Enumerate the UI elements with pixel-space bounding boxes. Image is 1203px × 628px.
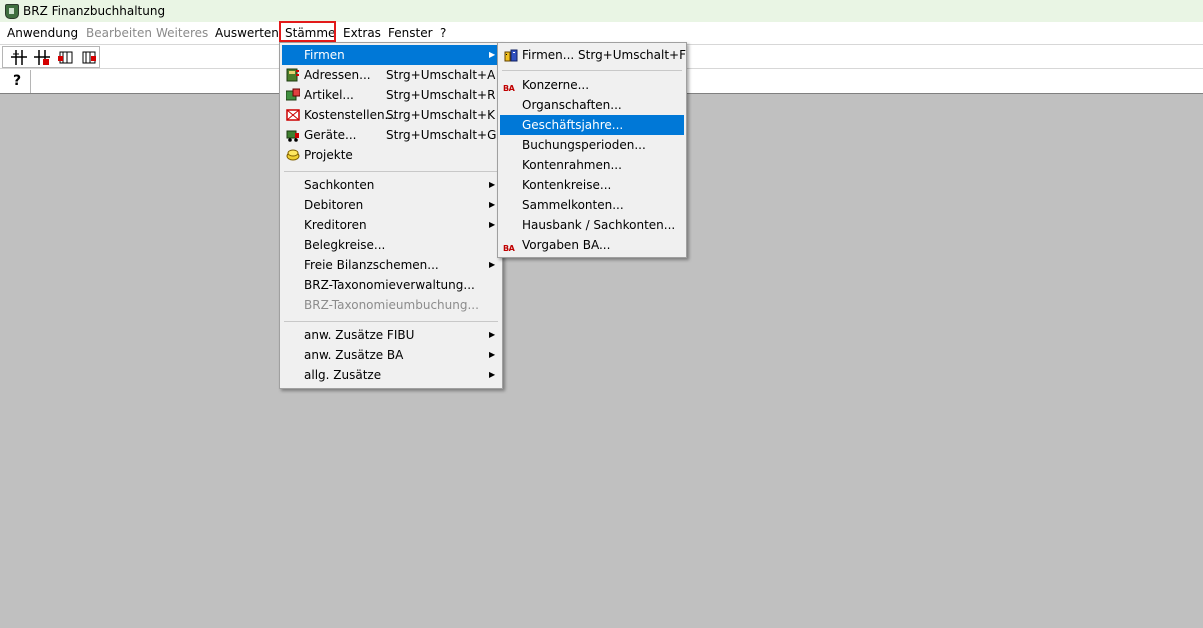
cost-center-icon xyxy=(286,109,300,121)
window-title: BRZ Finanzbuchhaltung xyxy=(23,4,166,18)
ba-icon: BA xyxy=(503,244,515,253)
submenu-item-buchungsperioden[interactable]: Buchungsperioden... xyxy=(500,135,682,155)
submenu-arrow-icon: ▶ xyxy=(489,260,496,269)
menu-auswerten[interactable]: Auswerten xyxy=(215,25,279,41)
article-icon xyxy=(286,88,300,101)
menu-item-kreditoren[interactable]: Kreditoren ▶ xyxy=(282,215,498,235)
menu-separator xyxy=(284,321,498,322)
submenu-arrow-icon: ▶ xyxy=(489,220,496,229)
menu-item-artikel[interactable]: Artikel... Strg+Umschalt+R xyxy=(282,85,498,105)
help-icon[interactable]: ? xyxy=(13,73,21,89)
menu-item-projekte[interactable]: Projekte xyxy=(282,145,498,165)
submenu-item-kontenrahmen[interactable]: Kontenrahmen... xyxy=(500,155,682,175)
menu-help[interactable]: ? xyxy=(440,25,446,41)
address-book-icon xyxy=(286,68,299,82)
submenu-item-organschaften[interactable]: Organschaften... xyxy=(500,95,682,115)
kreditor-icon[interactable] xyxy=(81,50,97,65)
menu-item-zusaetze-fibu[interactable]: anw. Zusätze FIBU ▶ xyxy=(282,325,498,345)
menu-bar: Anwendung Bearbeiten Weiteres Auswerten … xyxy=(0,22,1203,43)
menu-item-kostenstellen[interactable]: Kostenstellen... Strg+Umschalt+K xyxy=(282,105,498,125)
submenu-item-sammelkonten[interactable]: Sammelkonten... xyxy=(500,195,682,215)
menu-item-freie-bilanzschemen[interactable]: Freie Bilanzschemen... ▶ xyxy=(282,255,498,275)
menu-item-taxonomieumbuchung: BRZ-Taxonomieumbuchung... xyxy=(304,298,479,312)
menu-item-firmen[interactable]: Firmen ▶ xyxy=(282,45,498,65)
submenu-arrow-icon: ▶ xyxy=(489,370,496,379)
submenu-item-geschaeftsjahre[interactable]: Geschäftsjahre... xyxy=(500,115,684,135)
menu-item-belegkreise[interactable]: Belegkreise... xyxy=(282,235,498,255)
ledger-booking-icon[interactable] xyxy=(34,50,50,65)
submenu-arrow-icon: ▶ xyxy=(489,50,496,59)
menu-separator xyxy=(502,70,682,71)
toolbar-help-group: ? xyxy=(2,70,31,93)
equipment-icon xyxy=(286,130,299,142)
submenu-item-firmen[interactable]: Firmen... Strg+Umschalt+F xyxy=(500,45,686,65)
title-bar: BRZ Finanzbuchhaltung xyxy=(0,0,1203,22)
debitor-icon[interactable] xyxy=(58,50,74,65)
companies-icon xyxy=(504,49,518,62)
menu-anwendung[interactable]: Anwendung xyxy=(7,25,78,41)
menu-item-debitoren[interactable]: Debitoren ▶ xyxy=(282,195,498,215)
ledger-add-icon[interactable] xyxy=(11,50,27,65)
menu-extras[interactable]: Extras xyxy=(343,25,381,41)
menu-item-sachkonten[interactable]: Sachkonten ▶ xyxy=(282,175,498,195)
menu-bearbeiten[interactable]: Bearbeiten xyxy=(86,25,152,41)
submenu-item-kontenkreise[interactable]: Kontenkreise... xyxy=(500,175,682,195)
submenu-item-konzerne[interactable]: BA Konzerne... xyxy=(500,75,682,95)
menu-weiteres[interactable]: Weiteres xyxy=(156,25,208,41)
app-icon xyxy=(5,4,19,19)
menu-item-allg-zusaetze[interactable]: allg. Zusätze ▶ xyxy=(282,365,498,385)
toolbar-group xyxy=(2,46,100,68)
submenu-arrow-icon: ▶ xyxy=(489,200,496,209)
project-icon xyxy=(286,149,300,161)
menu-item-taxonomieverwaltung[interactable]: BRZ-Taxonomieverwaltung... xyxy=(282,275,498,295)
submenu-arrow-icon: ▶ xyxy=(489,350,496,359)
menu-separator xyxy=(284,171,498,172)
submenu-item-hausbank-sachkonten[interactable]: Hausbank / Sachkonten... xyxy=(500,215,682,235)
submenu-arrow-icon: ▶ xyxy=(489,330,496,339)
firmen-submenu: Firmen... Strg+Umschalt+F BA Konzerne...… xyxy=(497,42,687,258)
menu-fenster[interactable]: Fenster xyxy=(388,25,433,41)
menu-item-geraete[interactable]: Geräte... Strg+Umschalt+G xyxy=(282,125,498,145)
submenu-item-vorgaben-ba[interactable]: BA Vorgaben BA... xyxy=(500,235,682,255)
staemme-dropdown-menu: Firmen ▶ Adressen... Strg+Umschalt+A Art… xyxy=(279,42,503,389)
submenu-arrow-icon: ▶ xyxy=(489,180,496,189)
staemme-annotation-box xyxy=(279,21,336,42)
menu-item-zusaetze-ba[interactable]: anw. Zusätze BA ▶ xyxy=(282,345,498,365)
menu-item-adressen[interactable]: Adressen... Strg+Umschalt+A xyxy=(282,65,498,85)
